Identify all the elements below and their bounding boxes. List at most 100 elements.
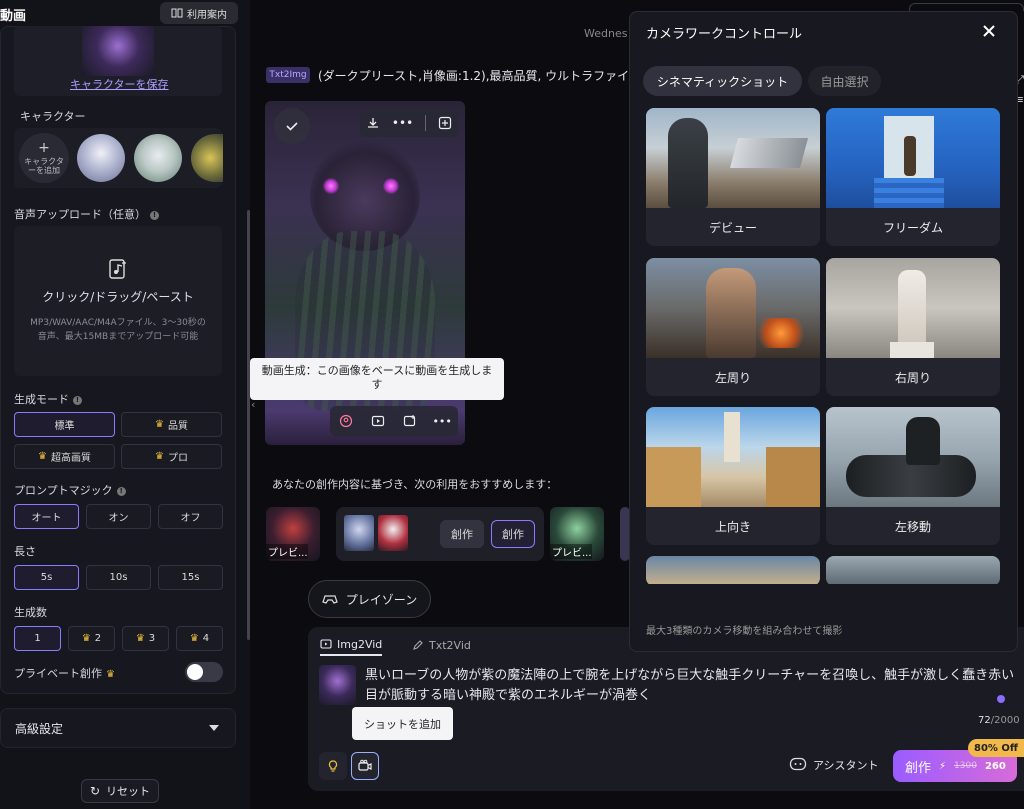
shot-card-partial[interactable] (646, 556, 820, 586)
shot-card-partial[interactable] (826, 556, 1000, 586)
count-4[interactable]: ♛ 4 (176, 626, 223, 651)
option-label: 15s (181, 572, 200, 583)
crown-icon: ♛ (106, 669, 115, 680)
camera-panel-footer: 最大3種類のカメラ移動を組み合わせて撮影 (646, 626, 843, 637)
shot-label: 上向き (714, 519, 751, 534)
close-icon[interactable] (980, 22, 998, 40)
reco-preview-label: プレビ... (550, 544, 592, 559)
audio-upload-dropzone[interactable]: クリック/ドラッグ/ペースト MP3/WAV/AAC/M4Aファイル、3〜30秒… (14, 226, 222, 376)
price-original: 1300 (954, 761, 977, 771)
header-button-edge[interactable] (909, 3, 1024, 11)
more-icon[interactable]: ••• (432, 415, 451, 428)
count-max: /2000 (990, 715, 1020, 726)
chevron-down-icon (209, 725, 219, 731)
lightning-icon: ⚡ (939, 760, 947, 772)
assistant-button[interactable]: アシスタント (789, 757, 879, 773)
shot-card-orbit-left[interactable]: 左周り (646, 258, 820, 396)
image-edit-icon[interactable] (400, 411, 420, 431)
tab-img2vid[interactable]: Img2Vid (320, 634, 383, 656)
video-icon (320, 639, 332, 649)
camera-panel-footer-bg (630, 584, 1017, 614)
shot-card-move-left[interactable]: 左移動 (826, 407, 1000, 545)
length-label: 長さ (14, 545, 36, 558)
option-label: オン (108, 513, 129, 524)
length-15s[interactable]: 15s (158, 565, 223, 590)
gen-mode-standard[interactable]: 標準 (14, 412, 115, 437)
discount-badge: 80% Off (968, 739, 1024, 757)
reco-preview-card[interactable]: プレビ... (266, 507, 320, 561)
image-action-bar: ••• (330, 406, 458, 436)
prompt-magic-label: プロンプトマジック! (14, 482, 126, 498)
idea-button[interactable] (319, 752, 347, 780)
gen-mode-pro[interactable]: ♛ プロ (121, 444, 222, 469)
shot-card-orbit-right[interactable]: 右周り (826, 258, 1000, 396)
toolbar-divider (425, 115, 427, 131)
edit-icon (413, 640, 423, 650)
reset-label: リセット (106, 785, 151, 798)
shot-label: フリーダム (882, 220, 943, 235)
crown-icon: ♛ (155, 419, 164, 430)
chevron-left-icon[interactable]: ‹ (251, 398, 255, 411)
composer-prompt-text[interactable]: 黒いローブの人物が紫の魔法陣の上で腕を上げながら巨大な触手クリーチャーを召喚し、… (365, 666, 1015, 706)
option-label: 3 (148, 633, 156, 644)
refresh-icon: ↻ (89, 784, 101, 798)
reco-create-group: 創作 創作 (336, 507, 544, 561)
length-5s[interactable]: 5s (14, 565, 79, 590)
shot-image (646, 258, 820, 358)
reco-create-button-outlined[interactable]: 創作 (491, 520, 535, 548)
shot-image (646, 108, 820, 208)
prompt-magic-label-text: プロンプトマジック (14, 484, 113, 497)
private-toggle[interactable] (185, 662, 223, 682)
prompt-magic-off[interactable]: オフ (158, 504, 223, 529)
music-file-icon (109, 259, 126, 279)
lightbulb-icon (328, 760, 338, 772)
count-3[interactable]: ♛ 3 (122, 626, 169, 651)
add-shot-button[interactable] (351, 752, 379, 780)
save-character-link[interactable]: キャラクターを保存 (70, 76, 169, 92)
prompt-magic-on[interactable]: オン (86, 504, 151, 529)
character-avatar[interactable] (77, 134, 125, 182)
tab-label: シネマティックショット (656, 74, 789, 89)
count-2[interactable]: ♛ 2 (68, 626, 115, 651)
gen-mode-ultra[interactable]: ♛ 超高画質 (14, 444, 115, 469)
shot-card-tilt-up[interactable]: 上向き (646, 407, 820, 545)
count-1[interactable]: 1 (14, 626, 61, 651)
face-swap-icon[interactable] (336, 411, 356, 431)
count-current: 72 (978, 715, 991, 726)
check-icon (286, 122, 298, 131)
advanced-settings[interactable]: 高級設定 (0, 708, 236, 748)
info-icon[interactable]: ! (150, 210, 159, 220)
reco-create-button[interactable]: 創作 (440, 520, 484, 548)
length-10s[interactable]: 10s (86, 565, 151, 590)
count-label: 生成数 (14, 606, 47, 619)
prompt-magic-auto[interactable]: オート (14, 504, 79, 529)
shot-card-debut[interactable]: デビュー (646, 108, 820, 246)
reco-preview-card[interactable]: プレビ... (550, 507, 604, 561)
character-avatar[interactable] (134, 134, 182, 182)
info-icon[interactable]: ! (73, 395, 82, 405)
download-icon[interactable] (366, 116, 380, 130)
shot-card-freedom[interactable]: フリーダム (826, 108, 1000, 246)
add-character-button[interactable]: + キャラクターを追加 (19, 133, 69, 183)
select-image-button[interactable] (274, 108, 310, 144)
guide-label: 利用案内 (187, 9, 227, 21)
playzone-button[interactable]: プレイゾーン (308, 580, 431, 618)
option-label: 1 (34, 633, 41, 644)
gen-mode-quality[interactable]: ♛ 品質 (121, 412, 222, 437)
shot-image (646, 407, 820, 507)
shot-label: 右周り (894, 370, 931, 385)
more-icon[interactable]: ••• (392, 116, 413, 130)
video-generate-icon[interactable] (368, 411, 388, 431)
add-shot-tooltip: ショットを追加 (352, 707, 453, 740)
guide-button[interactable]: 利用案内 (160, 2, 238, 24)
image-eye (383, 178, 399, 194)
tab-free-select[interactable]: 自由選択 (808, 66, 881, 96)
gen-mode-label: 生成モード! (14, 391, 82, 407)
composer-image-thumb[interactable] (319, 665, 356, 705)
info-icon[interactable]: ! (116, 486, 126, 496)
crown-icon: ♛ (81, 633, 91, 644)
reset-button[interactable]: ↻ リセット (81, 779, 159, 803)
tab-txt2vid[interactable]: Txt2Vid (412, 634, 471, 656)
tab-cinematic-shot[interactable]: シネマティックショット (643, 66, 802, 96)
add-to-canvas-icon[interactable] (438, 116, 452, 130)
